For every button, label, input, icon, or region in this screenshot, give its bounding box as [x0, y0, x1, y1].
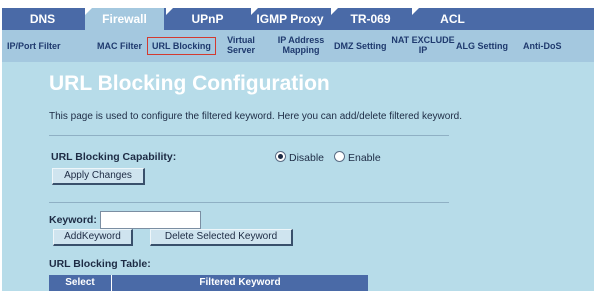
subtab-url-blocking[interactable]: URL Blocking: [147, 37, 216, 55]
tab-tr069[interactable]: TR-069: [331, 8, 410, 30]
subtab-nat-exclude-ip[interactable]: NAT EXCLUDE IP: [391, 35, 455, 55]
radio-disable[interactable]: Disable: [275, 151, 324, 164]
keyword-label: Keyword:: [49, 214, 97, 226]
tab-upnp-label: UPnP: [191, 12, 224, 26]
subtab-virtual-server[interactable]: Virtual Server: [223, 35, 259, 55]
tab-corner-notch: [166, 8, 173, 15]
tab-dns[interactable]: DNS: [2, 8, 83, 30]
radio-enable-label: Enable: [348, 152, 381, 164]
add-keyword-button[interactable]: AddKeyword: [53, 229, 133, 246]
subtab-ip-port-filter[interactable]: IP/Port Filter: [7, 41, 61, 51]
column-header-select: Select: [65, 277, 95, 288]
subtab-ip-address-mapping[interactable]: IP Address Mapping: [271, 35, 331, 55]
capability-label: URL Blocking Capability:: [51, 151, 177, 163]
table-header: Select Filtered Keyword: [49, 275, 368, 291]
tab-corner-notch: [85, 8, 92, 15]
tab-acl[interactable]: ACL: [412, 8, 493, 30]
subtab-nat-exclude-ip-line1: NAT EXCLUDE: [391, 35, 455, 45]
router-config-frame: DNS Firewall UPnP IGMP Proxy TR-069 ACL …: [2, 8, 594, 291]
tab-acl-label: ACL: [440, 12, 465, 26]
subtab-alg-setting[interactable]: ALG Setting: [456, 41, 508, 51]
tab-corner-notch: [251, 8, 258, 15]
column-header-filtered-keyword: Filtered Keyword: [199, 277, 281, 288]
apply-changes-button[interactable]: Apply Changes: [52, 168, 145, 185]
subtab-ip-address-mapping-line2: Mapping: [282, 45, 320, 55]
tab-firewall-label: Firewall: [102, 12, 147, 26]
table-title: URL Blocking Table:: [49, 258, 151, 270]
radio-enable-dot[interactable]: [334, 151, 345, 162]
tab-firewall[interactable]: Firewall: [85, 8, 164, 30]
tab-tr069-label: TR-069: [350, 12, 391, 26]
subtab-nat-exclude-ip-line2: IP: [418, 45, 428, 55]
tab-corner-notch: [412, 8, 419, 15]
keyword-input[interactable]: [100, 211, 201, 229]
tab-upnp[interactable]: UPnP: [166, 8, 249, 30]
sub-nav: IP/Port Filter MAC Filter URL Blocking V…: [2, 30, 594, 62]
tab-igmp-proxy[interactable]: IGMP Proxy: [251, 8, 329, 30]
subtab-ip-address-mapping-line1: IP Address: [277, 35, 325, 45]
section-divider: [49, 135, 449, 136]
page-title: URL Blocking Configuration: [49, 72, 330, 95]
radio-disable-label: Disable: [289, 152, 325, 164]
radio-enable[interactable]: Enable: [334, 151, 381, 164]
tab-corner-notch: [331, 8, 338, 15]
page-description: This page is used to configure the filte…: [49, 111, 463, 122]
subtab-virtual-server-line2: Server: [226, 45, 256, 55]
subtab-virtual-server-line1: Virtual: [227, 35, 255, 45]
section-divider: [49, 202, 449, 203]
delete-selected-keyword-button[interactable]: Delete Selected Keyword: [150, 229, 293, 246]
subtab-mac-filter[interactable]: MAC Filter: [97, 41, 142, 51]
radio-disable-dot[interactable]: [275, 151, 286, 162]
top-nav: DNS Firewall UPnP IGMP Proxy TR-069 ACL: [2, 8, 594, 30]
subtab-dmz-setting[interactable]: DMZ Setting: [334, 41, 387, 51]
tab-igmp-proxy-label: IGMP Proxy: [256, 12, 324, 26]
subtab-anti-dos[interactable]: Anti-DoS: [523, 41, 562, 51]
